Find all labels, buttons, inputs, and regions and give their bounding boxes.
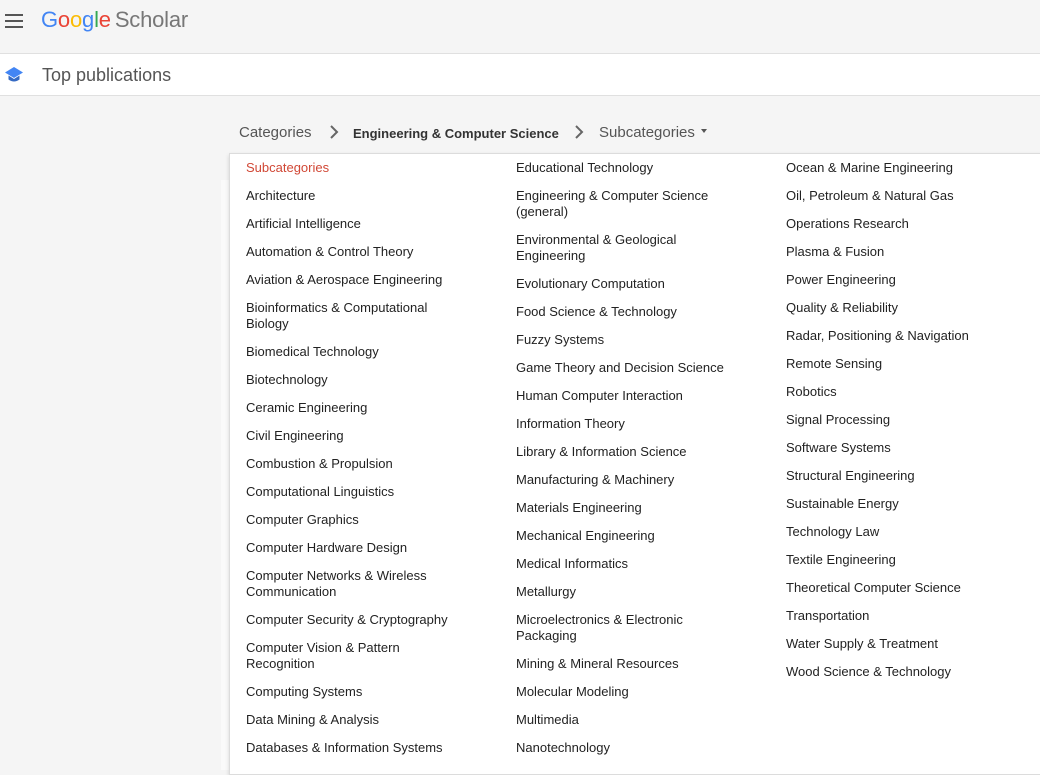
chevron-right-icon [330, 125, 339, 139]
subcategory-item[interactable]: Software Systems [786, 440, 1016, 456]
subcategory-item[interactable]: Combustion & Propulsion [246, 456, 466, 472]
subcategory-item[interactable]: Theoretical Computer Science [786, 580, 1016, 596]
subcategory-item[interactable]: Information Theory [516, 416, 746, 432]
subcategory-item[interactable]: Fuzzy Systems [516, 332, 746, 348]
subcategory-item[interactable]: Bioinformatics & Computational Biology [246, 300, 466, 332]
subcategory-item[interactable]: Human Computer Interaction [516, 388, 746, 404]
subcategories-label: Subcategories [599, 124, 695, 141]
subcategory-item[interactable]: Ocean & Marine Engineering [786, 160, 1016, 176]
subcategory-item-active[interactable]: Subcategories [246, 160, 466, 176]
subcategory-item[interactable]: Molecular Modeling [516, 684, 746, 700]
subcategory-item[interactable]: Educational Technology [516, 160, 746, 176]
graduation-cap-icon [5, 67, 23, 82]
chevron-right-icon [575, 125, 584, 139]
subcategory-item[interactable]: Wood Science & Technology [786, 664, 1016, 680]
subcategory-item[interactable]: Quality & Reliability [786, 300, 1016, 316]
dropdown-column-2: Educational Technology Engineering & Comp… [516, 160, 746, 768]
subcategory-item[interactable]: Library & Information Science [516, 444, 746, 460]
breadcrumb-categories-link[interactable]: Categories [239, 124, 312, 142]
subcategory-item[interactable]: Operations Research [786, 216, 1016, 232]
subcategory-item[interactable]: Computer Networks & Wireless Communicati… [246, 568, 466, 600]
caret-down-icon [700, 129, 707, 134]
subcategory-item[interactable]: Remote Sensing [786, 356, 1016, 372]
subcategory-item[interactable]: Water Supply & Treatment [786, 636, 1016, 652]
subcategory-item[interactable]: Civil Engineering [246, 428, 466, 444]
dropdown-column-1: Subcategories Architecture Artificial Inte… [246, 160, 466, 768]
subcategory-item[interactable]: Radar, Positioning & Navigation [786, 328, 1016, 344]
logo-letter: e [98, 7, 111, 32]
subcategory-item[interactable]: Computer Hardware Design [246, 540, 466, 556]
logo-letter: o [57, 7, 70, 32]
page-title: Top publications [42, 65, 172, 85]
subcategory-item[interactable]: Nanotechnology [516, 740, 746, 756]
logo-product-name: Scholar [114, 7, 189, 32]
subcategory-item[interactable]: Ceramic Engineering [246, 400, 466, 416]
subcategory-item[interactable]: Manufacturing & Machinery [516, 472, 746, 488]
subcategory-item[interactable]: Signal Processing [786, 412, 1016, 428]
subcategory-item[interactable]: Environmental & Geological Engineering [516, 232, 746, 264]
subcategories-dropdown-toggle[interactable]: Subcategories [599, 124, 707, 142]
subcategory-item[interactable]: Computer Vision & Pattern Recognition [246, 640, 466, 672]
subcategory-item[interactable]: Automation & Control Theory [246, 244, 466, 260]
subcategory-item[interactable]: Materials Engineering [516, 500, 746, 516]
subcategory-item[interactable]: Data Mining & Analysis [246, 712, 466, 728]
subcategory-item[interactable]: Food Science & Technology [516, 304, 746, 320]
subcategory-item[interactable]: Game Theory and Decision Science [516, 360, 746, 376]
subcategory-item[interactable]: Mechanical Engineering [516, 528, 746, 544]
subcategory-item[interactable]: Evolutionary Computation [516, 276, 746, 292]
top-bar: Google Scholar [0, 0, 1040, 54]
subcategory-item[interactable]: Engineering & Computer Science (general) [516, 188, 746, 220]
breadcrumb-current-category: Engineering & Computer Science [353, 126, 559, 141]
logo-letter: o [69, 7, 83, 32]
subcategory-item[interactable]: Aviation & Aerospace Engineering [246, 272, 466, 288]
subcategory-item[interactable]: Structural Engineering [786, 468, 1016, 484]
subcategory-item[interactable]: Computer Security & Cryptography [246, 612, 466, 628]
subcategory-item[interactable]: Artificial Intelligence [246, 216, 466, 232]
subcategory-item[interactable]: Computing Systems [246, 684, 466, 700]
logo-letter: G [41, 7, 58, 32]
google-scholar-logo[interactable]: Google Scholar [41, 6, 188, 34]
dropdown-column-3: Ocean & Marine Engineering Oil, Petroleum… [786, 160, 1016, 692]
subcategory-item[interactable]: Sustainable Energy [786, 496, 1016, 512]
subcategory-item[interactable]: Computer Graphics [246, 512, 466, 528]
subcategory-item[interactable]: Biomedical Technology [246, 344, 466, 360]
subcategory-item[interactable]: Metallurgy [516, 584, 746, 600]
logo-letter: g [82, 7, 95, 32]
page-header: Top publications [0, 54, 1040, 96]
subcategory-item[interactable]: Architecture [246, 188, 466, 204]
hamburger-menu-icon[interactable] [5, 13, 23, 29]
subcategory-item[interactable]: Mining & Mineral Resources [516, 656, 746, 672]
subcategories-dropdown-menu: Subcategories Architecture Artificial Inte… [229, 153, 1040, 775]
subcategory-item[interactable]: Technology Law [786, 524, 1016, 540]
subcategory-item[interactable]: Robotics [786, 384, 1016, 400]
subcategory-item[interactable]: Multimedia [516, 712, 746, 728]
subcategory-item[interactable]: Databases & Information Systems [246, 740, 466, 756]
subcategory-item[interactable]: Biotechnology [246, 372, 466, 388]
subcategory-item[interactable]: Textile Engineering [786, 552, 1016, 568]
subcategory-item[interactable]: Power Engineering [786, 272, 1016, 288]
subcategory-item[interactable]: Computational Linguistics [246, 484, 466, 500]
subcategory-item[interactable]: Plasma & Fusion [786, 244, 1016, 260]
subcategory-item[interactable]: Medical Informatics [516, 556, 746, 572]
subcategory-item[interactable]: Oil, Petroleum & Natural Gas [786, 188, 1016, 204]
subcategory-item[interactable]: Microelectronics & Electronic Packaging [516, 612, 746, 644]
subcategory-item[interactable]: Transportation [786, 608, 1016, 624]
